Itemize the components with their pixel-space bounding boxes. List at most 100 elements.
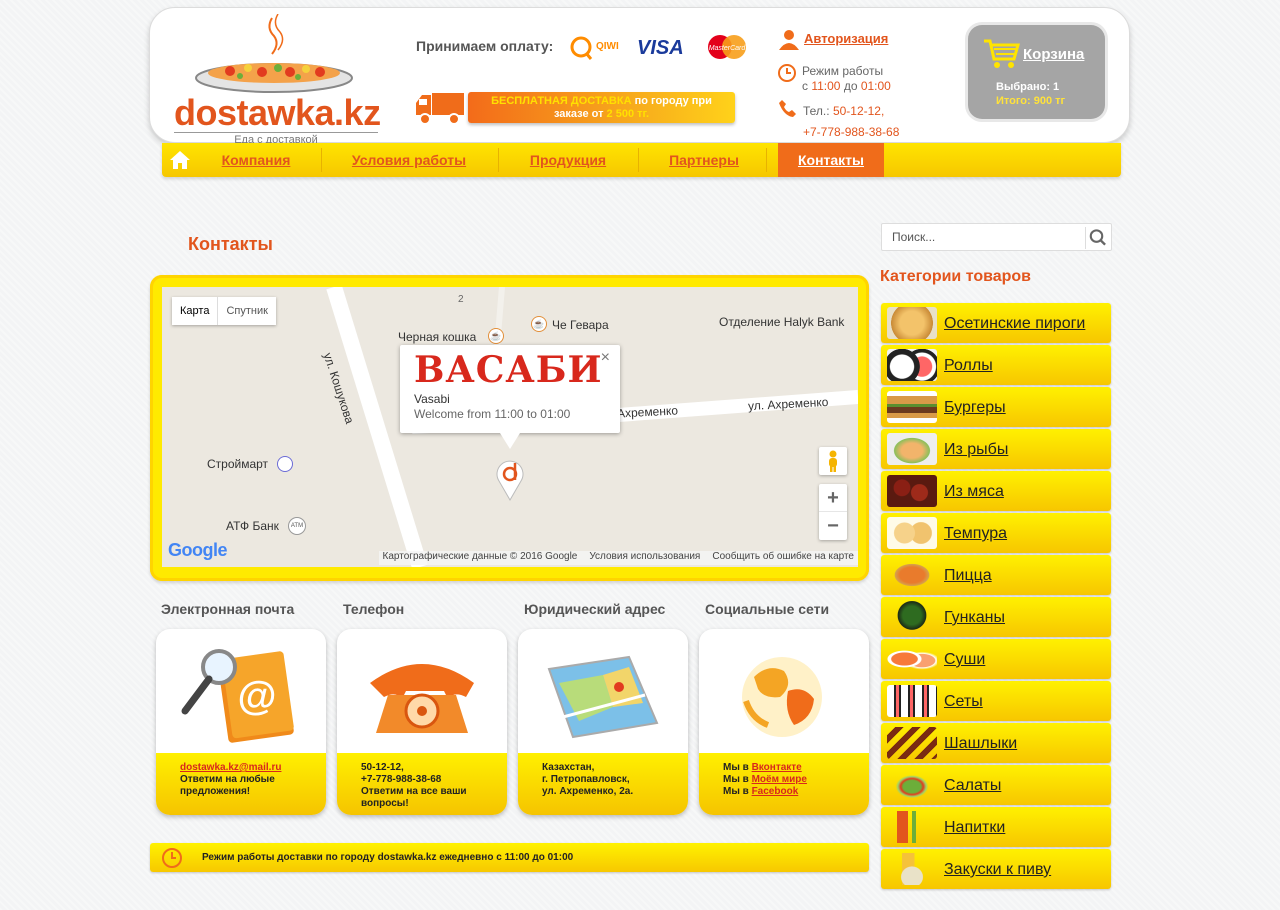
- logo-text: dostawka.kz: [174, 92, 381, 133]
- nav-partners[interactable]: Партнеры: [654, 143, 754, 177]
- google-logo: Google: [168, 540, 228, 560]
- category-item[interactable]: Суши: [881, 639, 1111, 679]
- map-info-window: ВАСАБИ × Vasabi Welcome from 11:00 to 01…: [400, 345, 620, 449]
- mymail-link[interactable]: Моём мире: [752, 774, 807, 785]
- map-marker-icon[interactable]: [496, 457, 524, 501]
- shop-icon: [278, 457, 292, 471]
- page-title: Контакты: [188, 234, 273, 254]
- meat-dish-icon: [887, 475, 937, 507]
- qiwi-label: QIWI: [596, 41, 619, 52]
- gunkan-icon: [887, 601, 937, 633]
- category-label: Суши: [944, 651, 986, 668]
- search-icon[interactable]: [1085, 227, 1107, 249]
- social-heading: Социальные сети: [705, 601, 830, 617]
- search-box: [881, 223, 1112, 251]
- visa-logo: VISA: [637, 37, 684, 59]
- email-icon: @: [181, 649, 294, 743]
- map-data-credit: Картографические данные © 2016 Google: [382, 551, 578, 562]
- globe-icon: [742, 657, 822, 737]
- login-link[interactable]: Авторизация: [804, 31, 888, 46]
- address-card: Казахстан, г. Петропавловск, ул. Ахремен…: [518, 629, 688, 815]
- burger-icon: [887, 391, 937, 423]
- category-item[interactable]: Осетинские пироги: [881, 303, 1111, 343]
- category-label: Сеты: [944, 693, 983, 710]
- map-icon: [547, 655, 659, 739]
- zoom-out-button[interactable]: −: [819, 512, 847, 540]
- cafe-icon: ☕: [489, 329, 503, 343]
- address-heading: Юридический адрес: [524, 601, 666, 617]
- phone-card-info: 50-12-12, +7-778-988-38-68 Ответим на вс…: [337, 753, 507, 815]
- nav-contacts[interactable]: Контакты: [778, 143, 884, 177]
- cart-icon: [984, 39, 1020, 68]
- category-item[interactable]: Темпура: [881, 513, 1111, 553]
- phone-icon: [779, 100, 796, 117]
- search-input[interactable]: [882, 224, 1082, 250]
- category-list: Осетинские пироги Роллы Бургеры Из рыбы …: [881, 303, 1111, 891]
- site-header: dostawka.kz Еда с доставкой Принимаем оп…: [149, 7, 1130, 146]
- cart-selected: Выбрано: 1: [996, 81, 1060, 93]
- cart-total: Итого: 900 тг: [996, 95, 1066, 107]
- email-heading: Электронная почта: [161, 601, 295, 617]
- category-item[interactable]: Салаты: [881, 765, 1111, 805]
- report-error-link[interactable]: Сообщить об ошибке на карте: [712, 551, 854, 565]
- street-view-icon[interactable]: [819, 447, 847, 475]
- categories-title: Категории товаров: [880, 268, 1032, 285]
- category-label: Бургеры: [944, 399, 1006, 416]
- vk-link[interactable]: Вконтакте: [752, 762, 802, 773]
- category-item[interactable]: Бургеры: [881, 387, 1111, 427]
- sushi-set-icon: [887, 685, 937, 717]
- pizza-icon: [887, 559, 937, 591]
- category-label: Темпура: [944, 525, 1008, 542]
- category-item[interactable]: Напитки: [881, 807, 1111, 847]
- category-item[interactable]: Гунканы: [881, 597, 1111, 637]
- category-item[interactable]: Роллы: [881, 345, 1111, 385]
- email-link[interactable]: dostawka.kz@mail.ru: [180, 762, 281, 773]
- nav-products[interactable]: Продукция: [514, 143, 622, 177]
- map-frame: Карта Спутник 2 Черная кошка ☕ ☕ Че Гева…: [150, 275, 869, 581]
- popup-hours: Welcome from 11:00 to 01:00: [414, 407, 571, 421]
- delivery-truck-icon: [416, 93, 464, 125]
- social-card-info: Мы в Вконтакте Мы в Моём мире Мы в Faceb…: [699, 753, 869, 815]
- category-label: Шашлыки: [944, 735, 1018, 752]
- rolls-icon: [887, 349, 937, 381]
- category-item[interactable]: Из рыбы: [881, 429, 1111, 469]
- nav-divider: [321, 148, 322, 172]
- nav-divider: [766, 148, 767, 172]
- mastercard-logo-icon: MasterCard: [708, 35, 746, 59]
- google-map[interactable]: Карта Спутник 2 Черная кошка ☕ ☕ Че Гева…: [162, 287, 858, 567]
- category-item[interactable]: Пицца: [881, 555, 1111, 595]
- terms-link[interactable]: Условия использования: [589, 551, 700, 565]
- category-item[interactable]: Сеты: [881, 681, 1111, 721]
- site-logo[interactable]: dostawka.kz Еда с доставкой: [170, 13, 381, 146]
- zoom-in-button[interactable]: +: [819, 484, 847, 512]
- free-delivery-banner: БЕСПЛАТНАЯ ДОСТАВКА по городу при заказе…: [468, 92, 735, 123]
- nav-terms[interactable]: Условия работы: [336, 143, 482, 177]
- close-icon[interactable]: ×: [601, 349, 610, 367]
- email-card: @ dostawka.kz@mail.ru Ответим на любые п…: [156, 629, 326, 815]
- beer-snacks-icon: [887, 853, 937, 885]
- category-item[interactable]: Шашлыки: [881, 723, 1111, 763]
- category-item[interactable]: Из мяса: [881, 471, 1111, 511]
- nav-divider: [638, 148, 639, 172]
- salad-icon: [887, 769, 937, 801]
- phone-heading: Телефон: [343, 601, 405, 617]
- ossetian-pie-icon: [887, 307, 937, 339]
- map-label: 2: [458, 294, 464, 305]
- category-label: Осетинские пироги: [944, 315, 1086, 332]
- category-label: Гунканы: [944, 609, 1006, 626]
- home-icon[interactable]: [168, 149, 192, 171]
- cafe-icon: ☕: [532, 317, 546, 331]
- cart-link[interactable]: Корзина: [1023, 46, 1084, 63]
- shopping-cart[interactable]: Корзина Выбрано: 1 Итого: 900 тг: [968, 25, 1105, 119]
- map-type-satellite[interactable]: Спутник: [218, 297, 275, 325]
- category-item[interactable]: Закуски к пиву: [881, 849, 1111, 889]
- atm-icon: ATM: [289, 518, 305, 534]
- delivery-hours-bar: Режим работы доставки по городу dostawka…: [150, 843, 869, 872]
- map-label: Че Гевара: [552, 318, 609, 332]
- facebook-link[interactable]: Facebook: [752, 786, 799, 797]
- nav-company[interactable]: Компания: [206, 143, 306, 177]
- user-icon: [779, 30, 799, 50]
- popup-title: Vasabi: [414, 392, 450, 406]
- map-type-roadmap[interactable]: Карта: [172, 297, 219, 325]
- sushi-icon: [887, 643, 937, 675]
